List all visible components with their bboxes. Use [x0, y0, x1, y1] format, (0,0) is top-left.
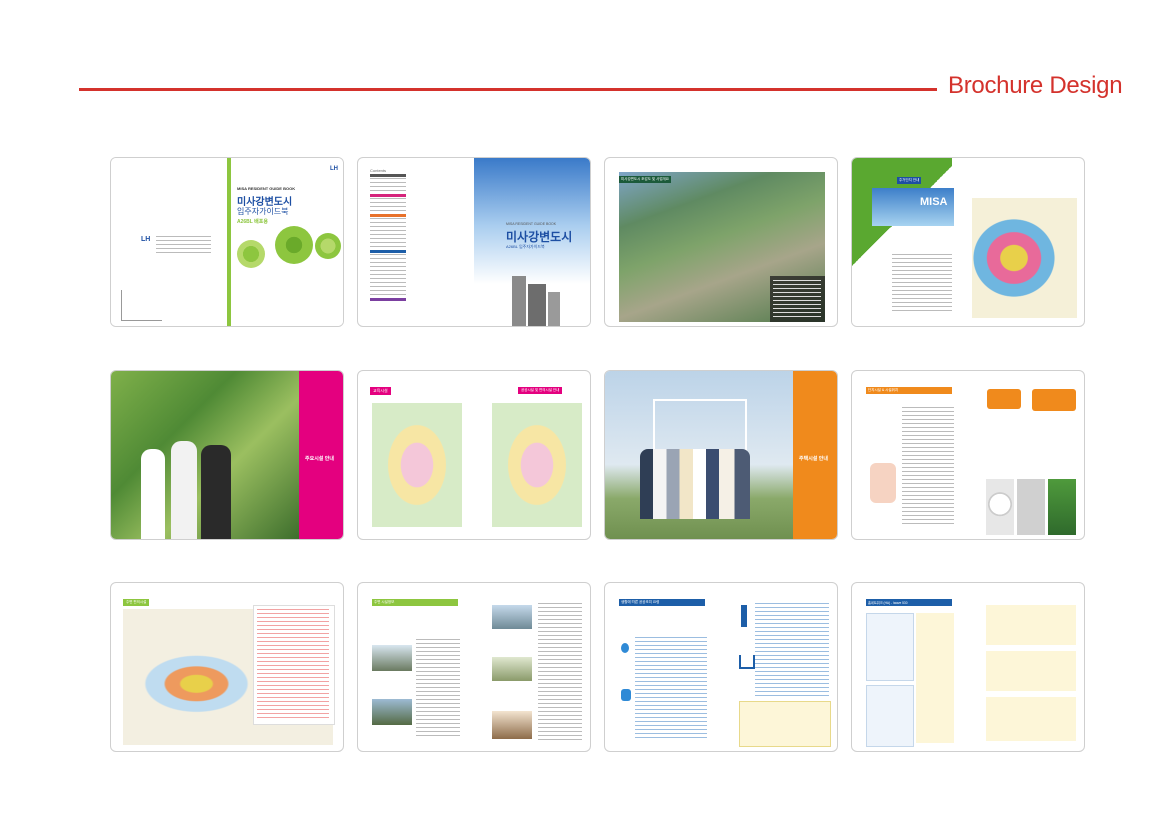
contents-list-4 [370, 254, 406, 296]
contents-cover-page: MISA RESIDENT GUIDE BOOK 미사강변도시 A26BL 입주… [474, 158, 590, 326]
aerial-label: 미사강변도시 조감도 및 사업개요 [619, 176, 671, 183]
contents-bar-5 [370, 298, 406, 301]
cover-green-stripe [227, 158, 231, 326]
page-title: Brochure Design [948, 72, 1123, 99]
facility-text [902, 407, 954, 525]
student-2 [171, 441, 197, 539]
cover-english-title: MISA RESIDENT GUIDE BOOK [237, 186, 296, 191]
area-label: 주변 편의시설 [123, 599, 150, 606]
surroundings-photo-1 [372, 645, 412, 671]
alarm-photo [1017, 479, 1045, 535]
cover-green-circle-1 [237, 240, 265, 268]
section-title: 주요시설 안내 [305, 456, 334, 462]
surroundings-photo-4 [492, 657, 532, 681]
network-grid-1 [986, 605, 1076, 645]
front-cover-page: LH MISA RESIDENT GUIDE BOOK 미사강변도시 입주자가이… [227, 158, 343, 326]
cover-subtitle: A26BL 입주자가이드북 [506, 244, 545, 249]
maintenance-text-2 [755, 603, 829, 699]
network-grid-3 [986, 697, 1076, 741]
tips-box [739, 701, 831, 747]
hydrant-photo [1048, 479, 1076, 535]
building-1 [512, 276, 526, 326]
surroundings-photo-2 [372, 699, 412, 725]
panel-image-2 [866, 685, 914, 747]
landuse-map [972, 198, 1077, 318]
surroundings-text-1 [416, 639, 460, 739]
contents-bar-1 [370, 174, 406, 177]
surroundings-text-2 [538, 603, 582, 743]
maintenance-text-1 [635, 637, 707, 741]
facility-table-rows [257, 609, 329, 719]
header-rule [79, 88, 937, 91]
public-facility-map [492, 403, 582, 527]
toilet-icon [621, 689, 631, 701]
cover-english-title: MISA RESIDENT GUIDE BOOK [506, 222, 557, 226]
project-overview-text [773, 280, 821, 318]
cover-green-circle-3 [315, 233, 341, 259]
home-network-label: 홈네트워크 (HA) - Iwave 530 [868, 601, 908, 605]
network-grid-2 [986, 651, 1076, 691]
contents-list-2 [370, 198, 406, 212]
brochure-spread-cover: LH LH MISA RESIDENT GUIDE BOOK 미사강변도시 입주… [110, 157, 344, 327]
cover-korean-title: 미사강변도시 [506, 230, 573, 244]
maintenance-label: 생활에 따른 공공조치 요령 [621, 600, 660, 604]
back-cover-page: LH [111, 158, 227, 326]
contents-bar-2 [370, 194, 406, 197]
brochure-spread-contents: Contents MISA RESIDENT GUIDE BOOK 미사강변도시… [357, 157, 591, 327]
contents-label: Contents [370, 168, 387, 173]
contents-bar-3 [370, 214, 406, 217]
cover-green-circle-2 [275, 226, 313, 264]
brochure-spread-area-map: 주변 편의시설 [110, 582, 344, 752]
public-facility-label: 공공시설 및 편의시설 안내 [518, 387, 563, 394]
surroundings-label: 주변 시설정보 [374, 600, 395, 604]
landuse-text [892, 254, 952, 314]
surroundings-photo-5 [492, 711, 532, 739]
lh-logo: LH [330, 166, 338, 172]
water-drop-icon [621, 643, 629, 653]
misa-wordmark: MISA [920, 196, 948, 208]
contents-list-3 [370, 218, 406, 248]
student-3 [201, 445, 231, 539]
landuse-label: 주거단지 안내 [897, 177, 922, 184]
facility-label: 단지시설 & 시설위치 [868, 388, 899, 392]
brochure-spread-maintenance: 생활에 따른 공공조치 요령 [604, 582, 838, 752]
brochure-spread-surroundings: 주변 시설정보 [357, 582, 591, 752]
cover-subtitle: 입주자가이드북 [237, 207, 289, 216]
pipe-icon [739, 655, 755, 669]
info-tag-1 [987, 389, 1021, 409]
brochure-spread-home-network: 홈네트워크 (HA) - Iwave 530 [851, 582, 1085, 752]
info-tag-2 [1032, 389, 1076, 411]
building-2 [528, 284, 546, 326]
brochure-spread-facilities-intro: 주요시설 안내 [110, 370, 344, 540]
contents-bar-4 [370, 250, 406, 253]
building-3 [548, 292, 560, 326]
network-notes [916, 613, 954, 743]
education-map [372, 403, 462, 527]
education-label: 교육시설 [370, 387, 391, 395]
brochure-spread-facility-details: 단지시설 & 시설위치 [851, 370, 1085, 540]
family-group [640, 449, 750, 519]
plunger-icon [741, 605, 747, 627]
brochure-spread-landuse: MISA 주거단지 안내 [851, 157, 1085, 327]
brochure-spread-facility-maps: 교육시설 공공시설 및 편의시설 안내 [357, 370, 591, 540]
location-map [121, 290, 162, 321]
brochure-spread-housing-intro: 주택시설 안내 [604, 370, 838, 540]
cover-edition: A26BL 배포용 [237, 219, 268, 225]
contents-list-1 [370, 178, 406, 192]
lh-logo-small: LH [141, 236, 151, 243]
illustration [870, 463, 896, 503]
detector-photo [986, 479, 1014, 535]
student-1 [141, 449, 165, 539]
address-text [156, 236, 211, 256]
surroundings-photo-3 [492, 605, 532, 629]
contents-page: Contents [358, 158, 474, 326]
panel-image-1 [866, 613, 914, 681]
brochure-spread-aerial: 미사강변도시 조감도 및 사업개요 [604, 157, 838, 327]
section-title: 주택시설 안내 [799, 456, 828, 462]
